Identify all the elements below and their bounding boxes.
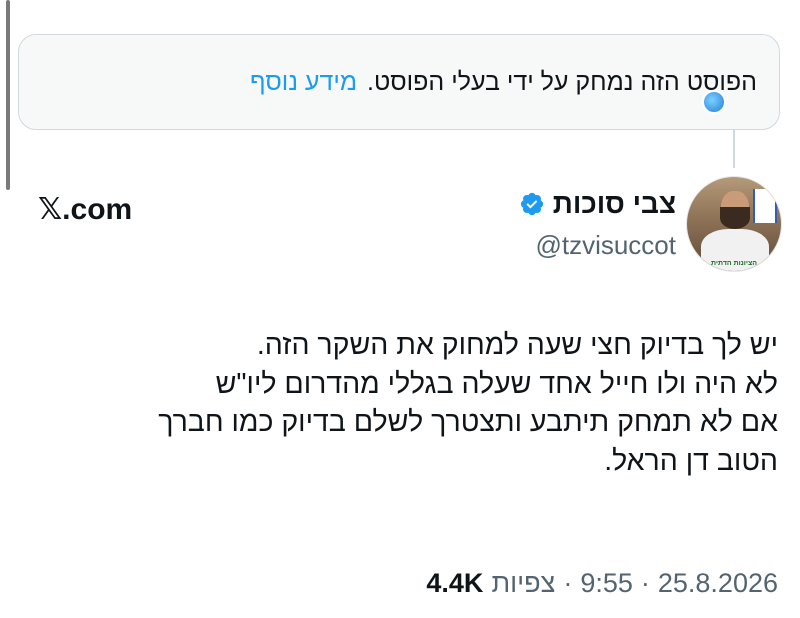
author-block[interactable]: צבי סוכות @tzvisuccot (519, 188, 676, 261)
tweet-line: לא היה ולו חייל אחד שעלה בגללי מהדרום לי… (215, 367, 778, 400)
x-logo-text: 𝕏.com (38, 193, 133, 226)
tweet-date[interactable]: 25.8.2026 (658, 568, 778, 599)
verified-badge-icon (520, 192, 543, 216)
tweet-line: הטוב דן הראל. (604, 444, 778, 477)
tweet-time[interactable]: 9:55 (580, 568, 633, 599)
avatar[interactable]: הציונות הדתית (686, 176, 782, 272)
deleted-post-notice: הפוסט הזה נמחק על ידי בעלי הפוסט. מידע נ… (18, 34, 780, 130)
globe-icon (702, 90, 726, 114)
views-label: צפיות (491, 568, 556, 598)
tweet-line: יש לך בדיוק חצי שעה למחוק את השקר הזה. (256, 329, 778, 361)
display-name[interactable]: צבי סוכות (553, 188, 676, 220)
meta-separator: · (640, 568, 650, 598)
notice-text: הפוסט הזה נמחק על ידי בעלי הפוסט. (367, 67, 757, 96)
thread-connector (733, 130, 735, 168)
user-handle[interactable]: @tzvisuccot (519, 230, 676, 261)
flag-icon (753, 189, 777, 223)
more-info-link[interactable]: מידע נוסף (250, 68, 357, 97)
scroll-indicator[interactable] (6, 0, 10, 190)
tweet-meta: 25.8.2026 · 9:55 · צפיות 4.4K (426, 568, 778, 599)
views-count: 4.4K (426, 568, 484, 598)
avatar-caption: הציונות הדתית (711, 260, 757, 267)
meta-separator: · (563, 568, 573, 598)
tweet-line: אם לא תמחק תיתבע ותצטרך לשלם בדיוק כמו ח… (158, 406, 778, 438)
tweet-text: יש לך בדיוק חצי שעה למחוק את השקר הזה. ל… (38, 326, 778, 480)
